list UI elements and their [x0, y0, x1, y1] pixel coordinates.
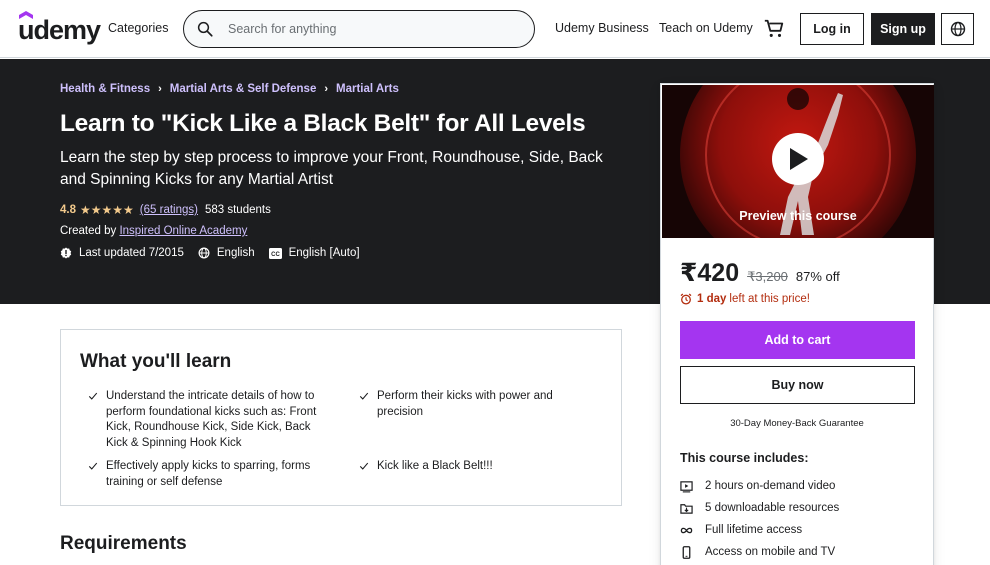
money-back-guarantee: 30-Day Money-Back Guarantee — [730, 418, 864, 429]
includes-list: 2 hours on-demand video 5 downloadable r… — [680, 475, 839, 563]
rating-value: 4.8 — [60, 204, 76, 216]
created-by: Created by Inspired Online Academy — [60, 225, 247, 237]
cart-icon[interactable] — [763, 18, 785, 40]
include-text: 5 downloadable resources — [705, 502, 840, 514]
current-price: ₹420 — [680, 259, 740, 287]
price-timer: 1 day left at this price! — [680, 293, 810, 305]
logo-text: udemy — [18, 15, 101, 45]
instructor-link[interactable]: Inspired Online Academy — [119, 225, 247, 237]
list-item: Full lifetime access — [680, 519, 839, 541]
ratings-count-link[interactable]: (65 ratings) — [140, 204, 198, 216]
time-left-amount: 1 day — [697, 293, 727, 305]
course-language: English — [198, 247, 255, 259]
what-youll-learn-box: What you'll learn Understand the intrica… — [60, 329, 622, 506]
play-icon — [790, 148, 808, 170]
breadcrumb-item-martial-arts-self-defense[interactable]: Martial Arts & Self Defense — [170, 83, 317, 95]
learn-item-text: Perform their kicks with power and preci… — [377, 390, 553, 418]
closed-captions-icon: CC — [268, 247, 282, 259]
search-input[interactable] — [228, 22, 518, 36]
udemy-business-link[interactable]: Udemy Business — [555, 21, 649, 35]
preview-label[interactable]: Preview this course — [662, 209, 934, 223]
course-title: Learn to "Kick Like a Black Belt" for Al… — [60, 110, 586, 137]
rating-row: 4.8 ★★★★★ (65 ratings) 583 students — [60, 203, 271, 217]
logo-hat-icon — [19, 11, 33, 19]
search-icon[interactable] — [196, 20, 214, 38]
file-download-icon — [680, 503, 693, 514]
learn-item-text: Effectively apply kicks to sparring, for… — [106, 460, 311, 488]
includes-title: This course includes: — [680, 451, 809, 465]
course-captions: CC English [Auto] — [268, 247, 360, 259]
chevron-right-icon: › — [158, 83, 162, 95]
include-text: 2 hours on-demand video — [705, 480, 836, 492]
time-left-text: left at this price! — [729, 293, 810, 305]
course-preview-video[interactable]: Preview this course — [662, 85, 934, 238]
udemy-logo[interactable]: udemy — [18, 11, 101, 45]
top-nav-bar: udemy Categories Udemy Business Teach on… — [0, 0, 990, 58]
language-button[interactable] — [941, 13, 974, 45]
students-count: 583 students — [204, 204, 271, 216]
globe-icon — [198, 247, 210, 259]
breadcrumb-item-health-fitness[interactable]: Health & Fitness — [60, 83, 150, 95]
learn-item-text: Understand the intricate details of how … — [106, 390, 317, 449]
signup-button[interactable]: Sign up — [871, 13, 935, 45]
star-rating-icon: ★★★★★ — [80, 203, 134, 217]
alarm-clock-icon — [680, 293, 692, 305]
learn-item: Effectively apply kicks to sparring, for… — [80, 459, 330, 490]
learn-item: Kick like a Black Belt!!! — [351, 459, 581, 475]
play-button[interactable] — [772, 133, 824, 185]
last-updated-text: Last updated 7/2015 — [79, 247, 184, 259]
breadcrumb-item-martial-arts[interactable]: Martial Arts — [336, 83, 399, 95]
list-item: Access on mobile and TV — [680, 541, 839, 563]
login-button[interactable]: Log in — [800, 13, 864, 45]
globe-icon — [950, 21, 965, 37]
alert-badge-icon — [60, 247, 72, 259]
svg-text:CC: CC — [271, 252, 280, 258]
language-text: English — [216, 247, 255, 259]
breadcrumb: Health & Fitness › Martial Arts & Self D… — [60, 83, 399, 95]
last-updated: Last updated 7/2015 — [60, 247, 184, 259]
teach-on-udemy-link[interactable]: Teach on Udemy — [659, 21, 753, 35]
captions-text: English [Auto] — [288, 247, 360, 259]
original-price: ₹3,200 — [747, 269, 788, 284]
categories-menu[interactable]: Categories — [108, 21, 168, 35]
discount-percent: 87% off — [795, 269, 840, 284]
checkmark-icon — [88, 392, 98, 400]
course-subtitle: Learn the step by step process to improv… — [60, 149, 603, 188]
checkmark-icon — [359, 392, 369, 400]
learn-item: Perform their kicks with power and preci… — [351, 389, 581, 420]
checkmark-icon — [88, 462, 98, 470]
created-by-label: Created by — [60, 225, 117, 237]
course-meta: Last updated 7/2015 English CC English [… — [60, 247, 374, 259]
price-row: ₹420 ₹3,200 87% off — [680, 258, 840, 288]
list-item: 5 downloadable resources — [680, 497, 839, 519]
include-text: Full lifetime access — [705, 524, 803, 536]
list-item: 2 hours on-demand video — [680, 475, 839, 497]
learn-title: What you'll learn — [80, 351, 232, 372]
purchase-card: Preview this course ₹420 ₹3,200 87% off … — [660, 83, 934, 565]
mobile-icon — [682, 545, 691, 559]
chevron-right-icon: › — [324, 83, 329, 95]
learn-item-text: Kick like a Black Belt!!! — [377, 460, 493, 472]
learn-item: Understand the intricate details of how … — [80, 389, 330, 451]
buy-now-button[interactable]: Buy now — [680, 366, 915, 404]
search-bar[interactable] — [183, 10, 535, 48]
checkmark-icon — [359, 462, 369, 470]
video-icon — [680, 480, 693, 492]
requirements-title: Requirements — [60, 533, 187, 554]
add-to-cart-button[interactable]: Add to cart — [680, 321, 915, 359]
include-text: Access on mobile and TV — [705, 546, 836, 558]
infinity-icon — [680, 527, 693, 533]
